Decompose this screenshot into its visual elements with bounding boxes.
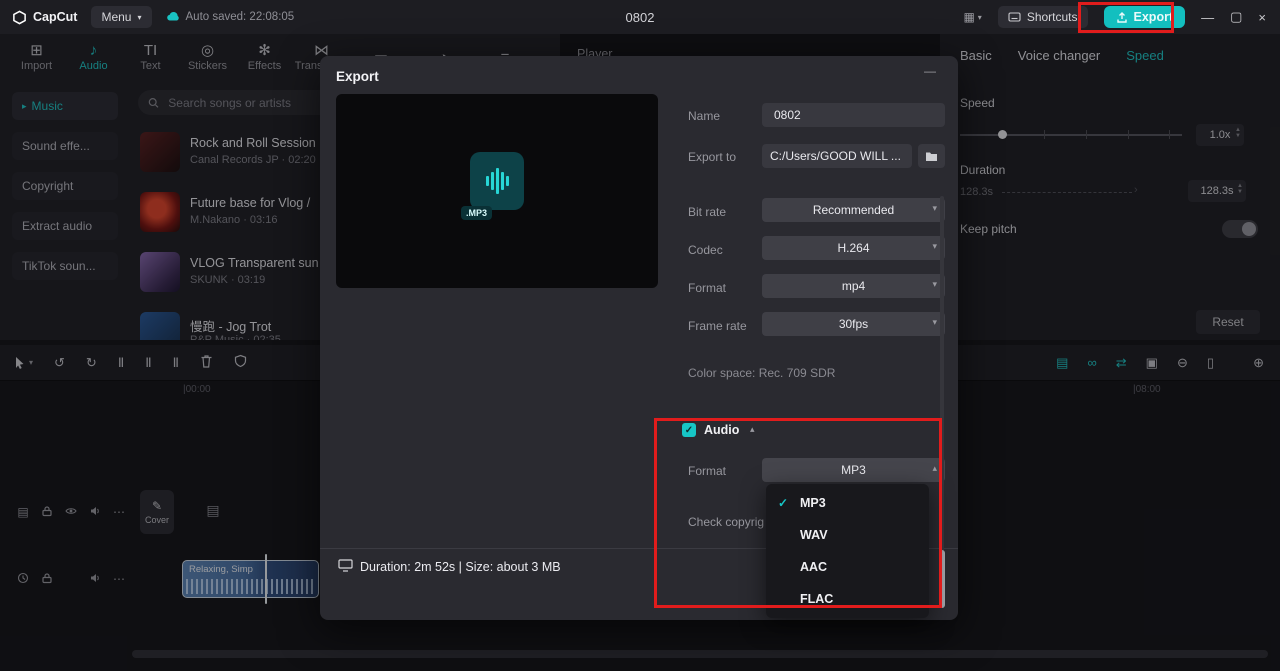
format-value: mp4 <box>841 279 866 293</box>
name-input[interactable] <box>772 107 945 123</box>
bit-rate-dropdown[interactable]: Recommended ▾ <box>762 198 945 222</box>
maximize-button[interactable]: ▢ <box>1230 9 1242 25</box>
mp3-file-icon: .MP3 <box>461 152 527 220</box>
format-dropdown[interactable]: mp4 ▾ <box>762 274 945 298</box>
chevron-down-icon: ▾ <box>932 279 937 289</box>
chevron-down-icon: ▾ <box>932 241 937 251</box>
bit-rate-label: Bit rate <box>688 205 727 219</box>
format-label: Format <box>688 281 727 295</box>
capcut-logo: CapCut <box>12 10 77 25</box>
dialog-minimize-icon[interactable]: — <box>924 64 936 78</box>
highlight-box-audio <box>654 418 942 608</box>
cloud-save-icon <box>166 11 179 21</box>
folder-icon <box>926 152 937 161</box>
highlight-box-export <box>1078 2 1174 33</box>
capcut-app: ⊞ Import ♪ Audio TI Text ◎ Stickers ✻ Ef… <box>0 0 1280 671</box>
keyboard-icon <box>1008 12 1021 22</box>
bit-rate-value: Recommended <box>812 203 895 217</box>
file-type-badge: .MP3 <box>461 206 493 220</box>
frame-rate-value: 30fps <box>838 317 869 331</box>
capcut-logo-icon <box>13 10 26 24</box>
close-button[interactable]: × <box>1258 10 1266 25</box>
menu-label: Menu <box>101 10 132 24</box>
chevron-down-icon: ▾ <box>932 203 937 213</box>
file-waveform-icon <box>470 152 524 210</box>
chevron-down-icon: ▾ <box>977 12 982 22</box>
shortcuts-button[interactable]: Shortcuts <box>997 6 1088 28</box>
chevron-down-icon: ▾ <box>932 317 937 327</box>
display-icon <box>338 559 353 572</box>
browse-folder-button[interactable] <box>918 144 945 168</box>
minimize-button[interactable]: — <box>1201 10 1214 25</box>
logo-text: CapCut <box>33 10 78 24</box>
color-space-text: Color space: Rec. 709 SDR <box>688 366 836 380</box>
export-summary: Duration: 2m 52s | Size: about 3 MB <box>360 560 561 574</box>
codec-dropdown[interactable]: H.264 ▾ <box>762 236 945 260</box>
menu-button[interactable]: Menu ▾ <box>91 6 152 28</box>
codec-value: H.264 <box>837 241 870 255</box>
name-label: Name <box>688 109 721 123</box>
export-path-field[interactable]: C:/Users/GOOD WILL ... <box>762 144 912 168</box>
autosave-status: Auto saved: 22:08:05 <box>166 10 295 24</box>
document-title: 0802 <box>625 9 655 25</box>
shortcuts-label: Shortcuts <box>1026 10 1078 24</box>
frame-rate-dropdown[interactable]: 30fps ▾ <box>762 312 945 336</box>
export-to-label: Export to <box>688 150 737 164</box>
autosave-text: Auto saved: 22:08:05 <box>185 11 295 23</box>
layout-switcher[interactable]: ▦ ▾ <box>963 10 981 24</box>
frame-rate-label: Frame rate <box>688 319 747 333</box>
layout-grid-icon: ▦ <box>963 10 975 24</box>
name-field-wrap <box>762 103 945 127</box>
export-preview: .MP3 <box>336 94 658 288</box>
chevron-down-icon: ▾ <box>137 12 142 22</box>
codec-label: Codec <box>688 243 723 257</box>
export-path-value: C:/Users/GOOD WILL ... <box>770 149 901 163</box>
dialog-title: Export <box>336 69 379 84</box>
